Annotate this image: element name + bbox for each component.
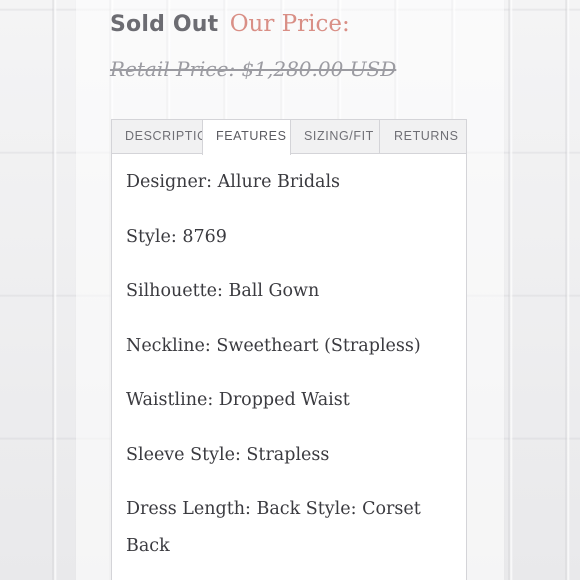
feature-style: Style: 8769 — [126, 226, 227, 247]
tab-bar: DESCRIPTION FEATURES SIZING/FIT RETURNS — [112, 120, 466, 155]
feature-dress-length: Dress Length: Back Style: Corset Back — [126, 499, 421, 556]
price-row: Sold Out Our Price: — [110, 8, 350, 41]
features-list: Designer: Allure Bridals Style: 8769 Sil… — [126, 164, 446, 580]
feature-designer: Designer: Allure Bridals — [126, 172, 341, 192]
feature-sleeve-style: Sleeve Style: Strapless — [126, 444, 330, 465]
retail-price: Retail Price: $1,280.00 USD — [110, 57, 397, 81]
tab-returns[interactable]: RETURNS — [380, 120, 466, 154]
tab-features[interactable]: FEATURES — [202, 120, 291, 155]
tab-description[interactable]: DESCRIPTION — [112, 120, 202, 154]
feature-waistline: Waistline: Dropped Waist — [126, 390, 350, 410]
our-price-label: Our Price: — [229, 11, 350, 37]
sold-out-label: Sold Out — [110, 12, 219, 37]
feature-neckline: Neckline: Sweetheart (Strapless) — [126, 335, 421, 356]
product-info-tabs: DESCRIPTION FEATURES SIZING/FIT RETURNS … — [111, 119, 467, 580]
tab-sizing-fit[interactable]: SIZING/FIT — [291, 120, 380, 154]
feature-silhouette: Silhouette: Ball Gown — [126, 281, 320, 301]
